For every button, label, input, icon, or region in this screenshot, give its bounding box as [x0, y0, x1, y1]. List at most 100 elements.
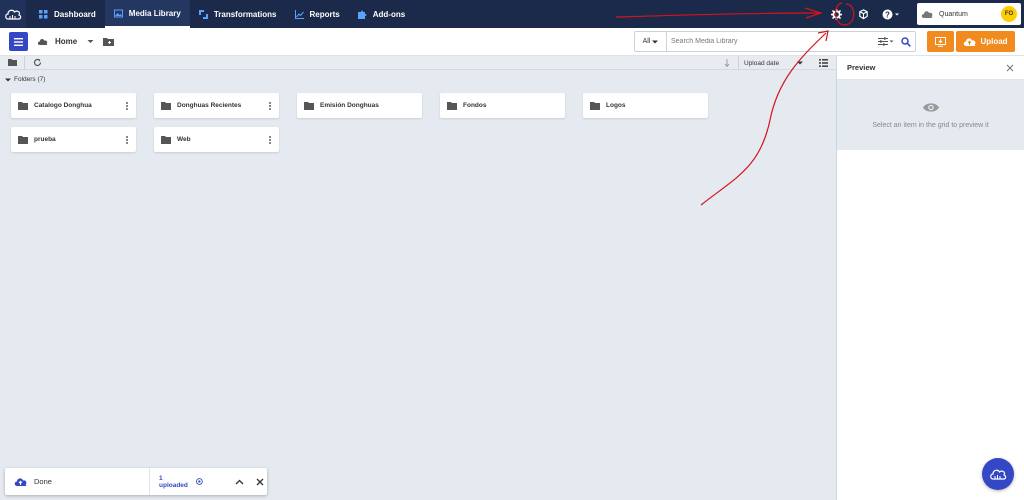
cloud-upload-icon	[964, 38, 976, 46]
avatar[interactable]: FO	[1001, 6, 1017, 22]
breadcrumb[interactable]: Home	[37, 37, 94, 46]
divider	[24, 55, 25, 70]
kebab-menu-icon	[126, 135, 128, 144]
sliders-icon	[878, 37, 894, 46]
folders-section-toggle[interactable]: Folders (7)	[5, 76, 45, 83]
settings-button[interactable]	[825, 3, 847, 25]
close-icon	[256, 478, 264, 485]
nav-label: Add-ons	[372, 9, 406, 19]
nav-label: Reports	[309, 9, 340, 19]
account-switcher[interactable]: Quantum FO	[917, 3, 1021, 25]
folder-name: Logos	[606, 102, 626, 109]
help-icon: ?	[882, 9, 899, 19]
upload-status-widget: Done 1 uploaded	[5, 468, 267, 495]
media-toolbar: Home All Upload	[0, 28, 1024, 56]
upload-button[interactable]: Upload	[956, 31, 1015, 52]
cloud-icon	[37, 39, 48, 45]
top-navigation: Dashboard Media Library Transformations …	[0, 0, 1024, 28]
folder-card[interactable]: Emisión Donghuas	[297, 93, 422, 118]
upload-count-link[interactable]: 1 uploaded	[159, 475, 192, 489]
collapse-upload-button[interactable]	[233, 475, 247, 489]
help-chat-button[interactable]	[982, 458, 1014, 490]
folder-actions-button[interactable]	[124, 100, 130, 112]
folder-name: Fondos	[463, 102, 487, 109]
select-all-button[interactable]	[5, 56, 19, 70]
kebab-menu-icon	[269, 135, 271, 144]
folder-card[interactable]: Donghuas Recientes	[154, 93, 279, 118]
search-scope-select[interactable]: All	[635, 32, 667, 51]
preview-header: Preview	[837, 56, 1024, 80]
advanced-search-button[interactable]	[875, 32, 897, 51]
gear-icon	[830, 8, 842, 20]
hamburger-icon	[14, 37, 23, 46]
folder-card[interactable]: Catalogo Donghua	[11, 93, 136, 118]
search-bar: All	[634, 31, 916, 52]
product-environments-button[interactable]	[852, 3, 874, 25]
folder-card[interactable]: Web	[154, 127, 279, 152]
sort-by-select[interactable]: Upload date	[738, 56, 810, 70]
upload-status-summary: Done	[5, 477, 149, 486]
folder-name: Donghuas Recientes	[177, 102, 242, 109]
folder-icon	[304, 101, 314, 110]
folder-card[interactable]: Logos	[583, 93, 708, 118]
nav-reports[interactable]: Reports	[286, 0, 349, 28]
folder-icon	[18, 135, 28, 144]
upload-count-area: 1 uploaded	[149, 468, 267, 495]
search-scope-label: All	[642, 38, 651, 45]
import-button[interactable]	[927, 31, 954, 52]
new-folder-button[interactable]	[103, 37, 115, 46]
folder-card[interactable]: Fondos	[440, 93, 565, 118]
cloud-icon	[921, 11, 933, 18]
folder-icon	[161, 135, 171, 144]
account-name: Quantum	[939, 10, 968, 18]
puzzle-icon	[357, 10, 367, 19]
nav-add-ons[interactable]: Add-ons	[349, 0, 414, 28]
folder-icon	[18, 101, 28, 110]
nav-label: Transformations	[213, 9, 277, 19]
nav-dashboard[interactable]: Dashboard	[30, 0, 105, 28]
cloud-upload-icon	[14, 478, 27, 486]
help-menu-button[interactable]: ?	[878, 3, 904, 25]
cloud-logo-icon	[5, 9, 22, 20]
cubes-icon	[858, 8, 868, 19]
folder-tree-toggle-button[interactable]	[9, 32, 28, 51]
folder-actions-button[interactable]	[267, 100, 273, 112]
breadcrumb-home[interactable]: Home	[55, 37, 77, 46]
folder-name: prueba	[34, 136, 56, 143]
list-view-button[interactable]	[814, 56, 832, 70]
import-icon	[935, 36, 946, 47]
caret-down-icon	[797, 61, 804, 65]
cloudinary-logo[interactable]	[0, 0, 26, 28]
folder-card[interactable]: prueba	[11, 127, 136, 152]
svg-text:?: ?	[885, 10, 890, 19]
nav-transformations[interactable]: Transformations	[190, 0, 286, 28]
kebab-menu-icon	[269, 101, 271, 110]
check-circle-icon	[196, 478, 203, 485]
refresh-button[interactable]	[30, 56, 44, 70]
chart-icon	[294, 9, 304, 19]
upload-state-label: Done	[34, 477, 52, 486]
grid-sub-toolbar: Upload date	[0, 55, 836, 70]
close-upload-button[interactable]	[253, 475, 267, 489]
sort-direction-button[interactable]	[722, 57, 732, 69]
search-button[interactable]	[897, 32, 915, 51]
folder-icon	[590, 101, 600, 110]
upload-label: Upload	[980, 37, 1008, 46]
nav-media-library[interactable]: Media Library	[104, 0, 190, 28]
nav-right-tools: ? Quantum FO	[825, 0, 1024, 28]
folder-actions-button[interactable]	[124, 134, 130, 146]
search-input[interactable]	[667, 32, 875, 51]
kebab-menu-icon	[126, 101, 128, 110]
folder-name: Catalogo Donghua	[34, 102, 92, 109]
caret-down-icon[interactable]	[87, 39, 94, 44]
folder-icon	[7, 59, 17, 66]
images-icon	[113, 9, 123, 17]
arrow-down-icon	[724, 59, 730, 67]
folder-name: Emisión Donghuas	[320, 102, 379, 109]
folder-icon	[161, 101, 171, 110]
grid-icon	[39, 9, 48, 18]
folder-actions-button[interactable]	[267, 134, 273, 146]
close-icon[interactable]	[1006, 64, 1014, 72]
caret-down-icon	[652, 40, 659, 43]
eye-icon	[922, 102, 939, 112]
